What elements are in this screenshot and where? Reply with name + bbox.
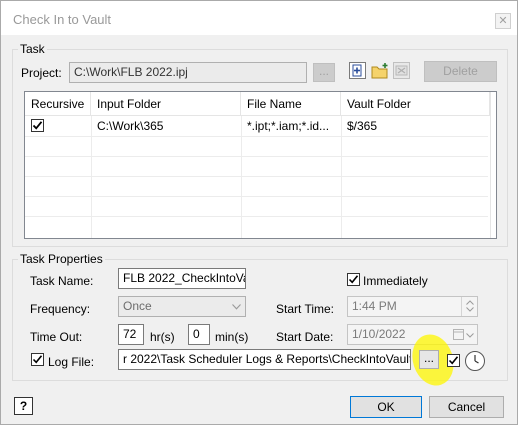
input-folder-cell: C:\Work\365 [97, 119, 164, 133]
recursive-checkbox[interactable] [31, 119, 44, 132]
close-icon: ✕ [498, 15, 508, 27]
vault-folder-cell: $/365 [347, 119, 378, 133]
cancel-button[interactable]: Cancel [429, 396, 504, 418]
checkmark-icon [348, 275, 359, 284]
checkmark-icon [32, 355, 43, 364]
close-button[interactable]: ✕ [495, 13, 511, 29]
immediately-checkbox[interactable] [347, 273, 360, 286]
minutes-unit-label: min(s) [215, 330, 249, 344]
frequency-label: Frequency: [30, 302, 91, 316]
help-icon: ? [19, 399, 28, 413]
title-bar: Check In to Vault ✕ [1, 1, 517, 35]
start-date-field[interactable]: 1/10/2022 [347, 324, 478, 345]
column-header-recursive[interactable]: Recursive [25, 92, 91, 116]
log-file-input[interactable]: r 2022\Task Scheduler Logs & Reports\Che… [118, 349, 411, 370]
start-time-spinner[interactable] [461, 297, 477, 316]
grid-divider [25, 156, 488, 157]
timeout-minutes-input[interactable]: 0 [188, 324, 210, 345]
clock-icon[interactable] [464, 350, 486, 372]
help-button[interactable]: ? [14, 397, 33, 415]
task-name-label: Task Name: [30, 274, 94, 288]
start-time-field[interactable]: 1:44 PM [347, 296, 478, 317]
remove-row-button[interactable] [393, 62, 410, 79]
add-row-button[interactable] [349, 62, 366, 79]
frequency-select[interactable]: Once [118, 296, 246, 317]
start-time-label: Start Time: [276, 302, 335, 316]
grid-divider [25, 196, 488, 197]
add-document-icon [352, 64, 362, 77]
time-out-label: Time Out: [30, 330, 83, 344]
file-name-cell: *.ipt;*.iam;*.id... [247, 119, 330, 133]
chevron-down-icon[interactable] [466, 333, 474, 338]
chevron-down-icon [232, 304, 241, 310]
grid-divider [25, 176, 488, 177]
add-folder-icon [371, 63, 388, 79]
timeout-hours-input[interactable]: 72 [118, 324, 144, 345]
start-date-label: Start Date: [276, 330, 334, 344]
add-folder-button[interactable] [371, 62, 388, 79]
ok-button[interactable]: OK [350, 396, 422, 418]
log-file-checkbox[interactable] [31, 353, 44, 366]
task-properties-legend: Task Properties [18, 252, 105, 266]
spinner-arrows-icon [466, 300, 474, 312]
log-option-checkbox[interactable] [447, 354, 460, 367]
log-file-label: Log File: [48, 355, 95, 369]
window-title: Check In to Vault [13, 12, 112, 27]
checkmark-icon [32, 121, 43, 130]
delete-button[interactable]: Delete [424, 61, 497, 82]
task-legend: Task [18, 42, 47, 56]
table-row[interactable]: C:\Work\365 *.ipt;*.iam;*.id... $/365 [25, 116, 490, 136]
project-label: Project: [21, 66, 62, 80]
column-header-vault-folder[interactable]: Vault Folder [341, 92, 490, 116]
task-name-input[interactable]: FLB 2022_CheckIntoVaul [118, 268, 246, 289]
grid-divider [25, 136, 488, 137]
grid-scroll-edge [490, 92, 496, 238]
folder-grid: Recursive Input Folder File Name Vault F… [24, 91, 497, 239]
check-in-dialog: Check In to Vault ✕ Task Project: C:\Wor… [0, 0, 518, 425]
project-browse-button[interactable]: ... [313, 63, 335, 82]
column-header-file-name[interactable]: File Name [241, 92, 341, 116]
calendar-icon[interactable] [453, 328, 464, 340]
frequency-value: Once [123, 299, 152, 313]
project-field[interactable]: C:\Work\FLB 2022.ipj [69, 62, 307, 83]
grid-divider [25, 216, 488, 217]
start-time-value: 1:44 PM [352, 299, 397, 313]
checkmark-icon [448, 356, 459, 365]
start-date-value: 1/10/2022 [352, 327, 406, 341]
delete-row-icon [395, 65, 408, 76]
immediately-label: Immediately [363, 274, 428, 288]
log-file-browse-button[interactable]: ... [419, 350, 439, 369]
hours-unit-label: hr(s) [150, 330, 175, 344]
column-header-input-folder[interactable]: Input Folder [91, 92, 241, 116]
